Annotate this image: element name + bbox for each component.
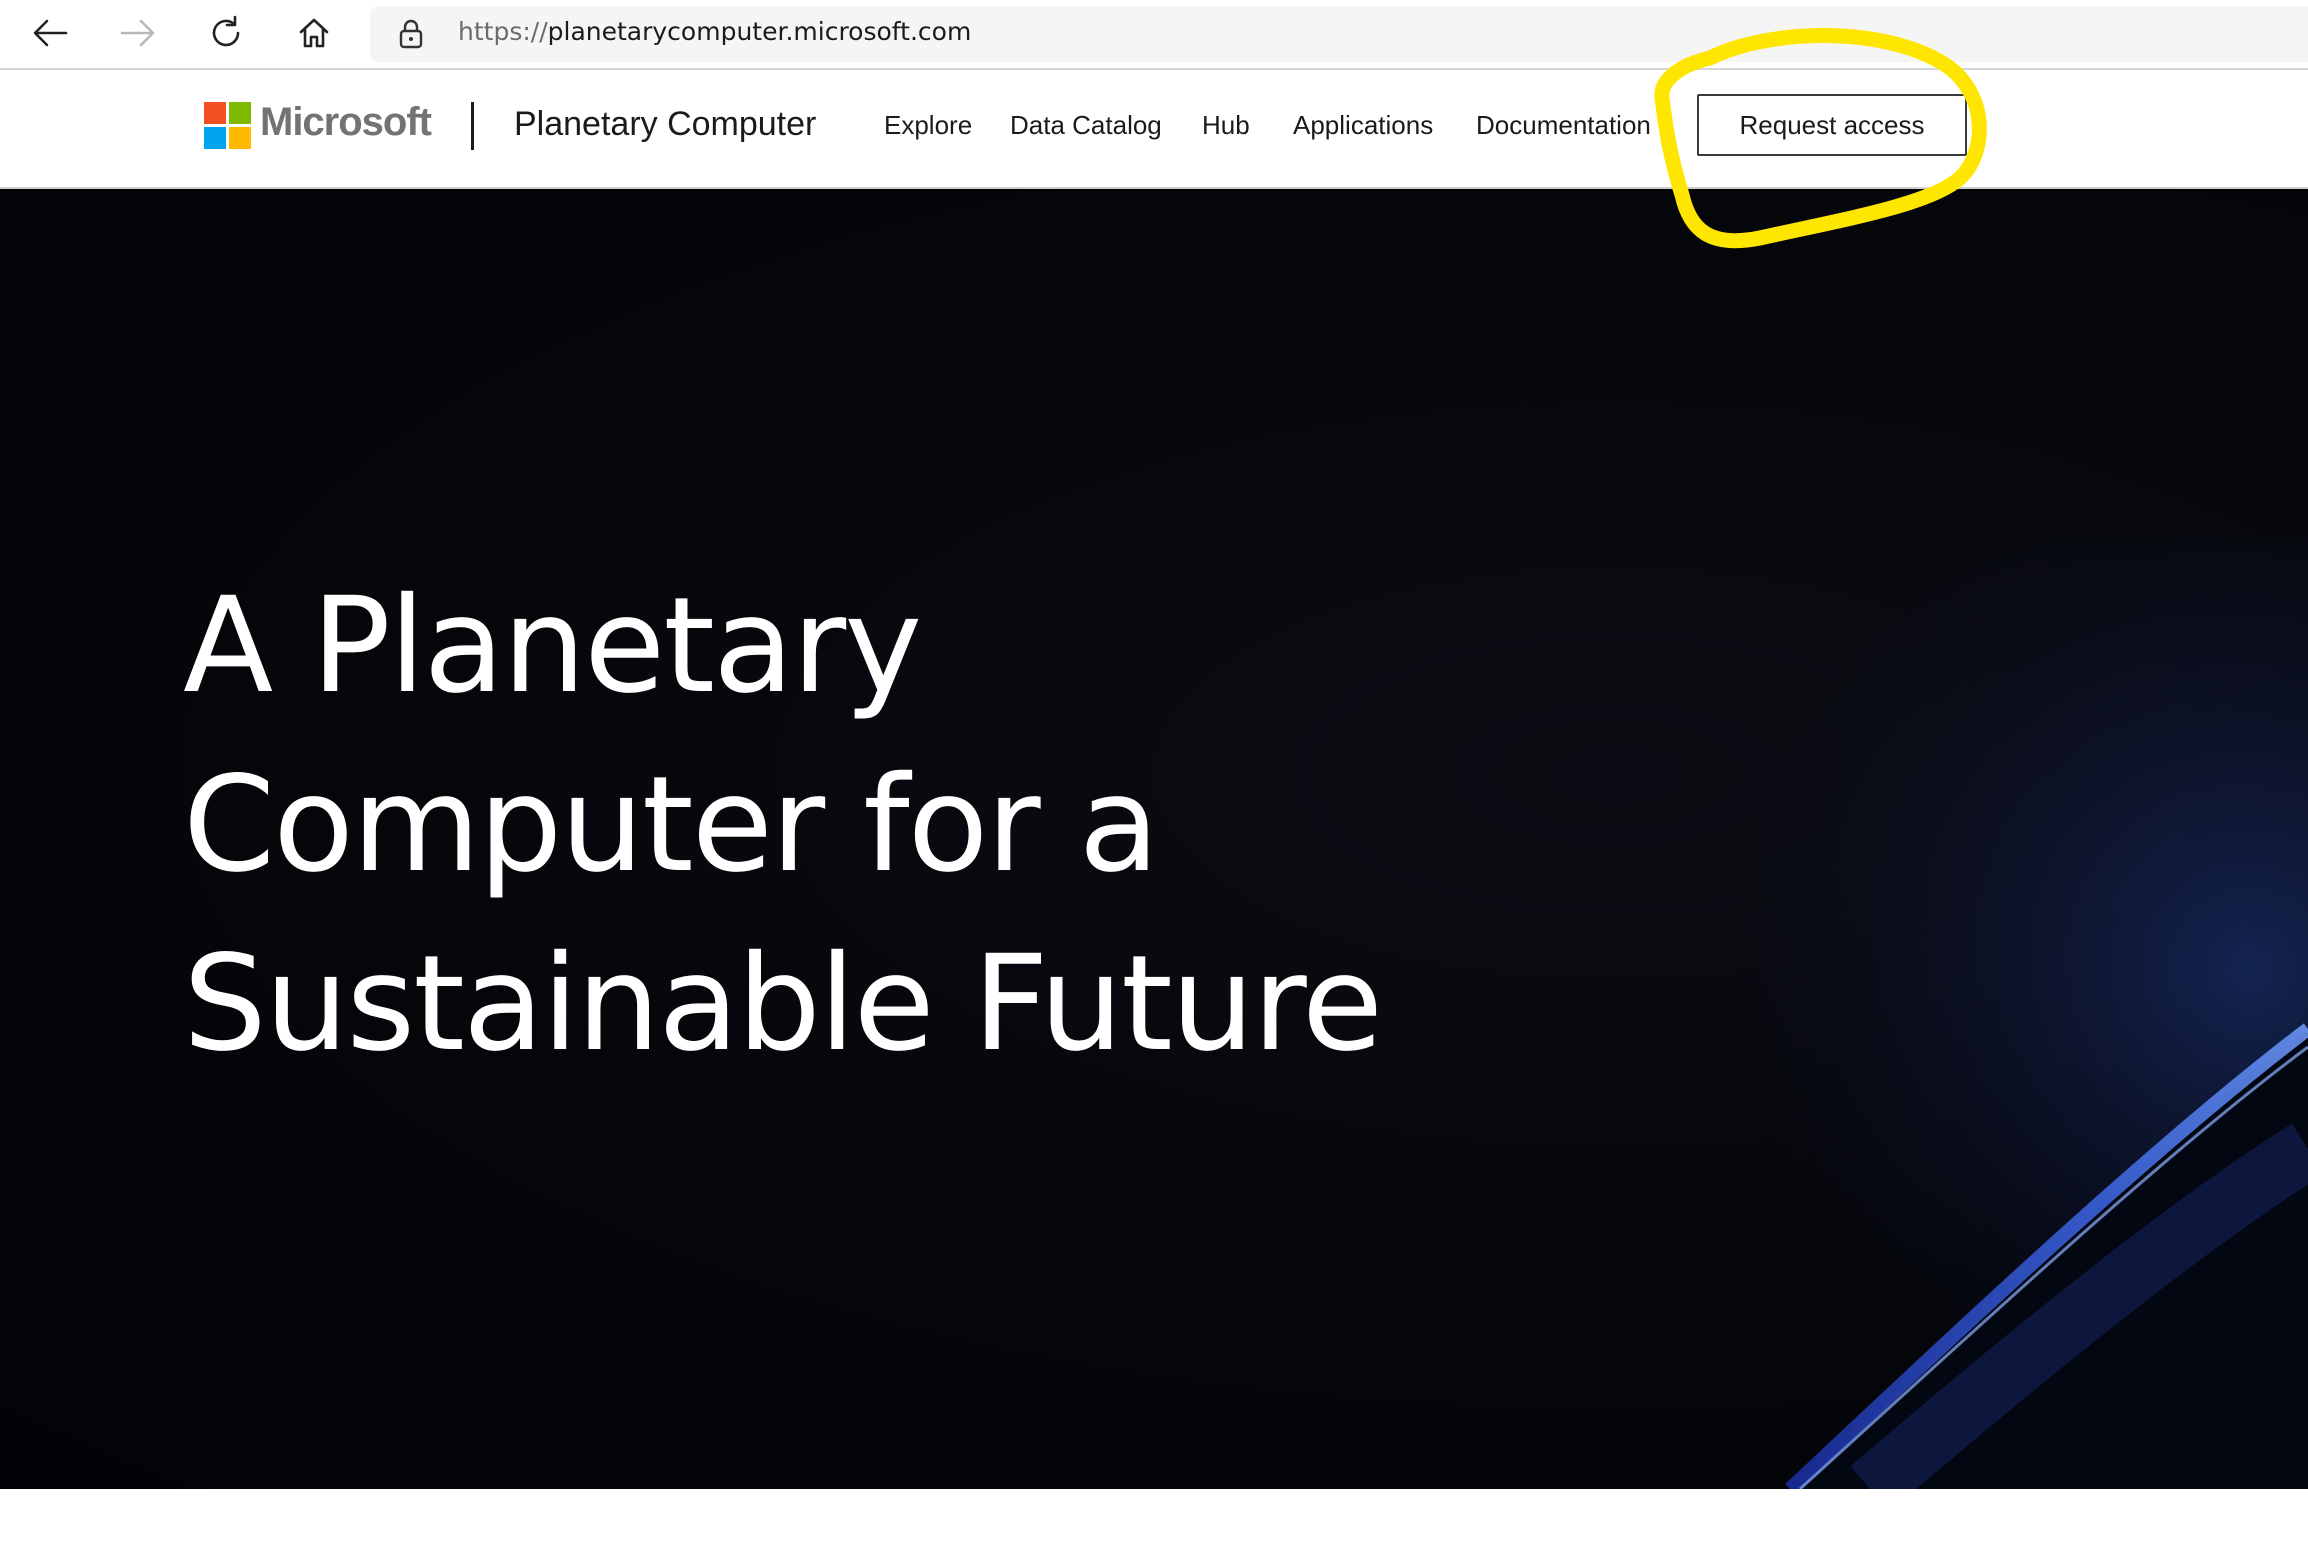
url-host: planetarycomputer.microsoft.com xyxy=(547,17,972,46)
nav-documentation[interactable]: Documentation xyxy=(1476,110,1651,141)
refresh-icon[interactable] xyxy=(198,8,254,58)
lock-icon[interactable] xyxy=(398,19,424,53)
nav-explore[interactable]: Explore xyxy=(884,110,972,141)
header-divider xyxy=(471,102,474,150)
request-access-button[interactable]: Request access xyxy=(1697,94,1967,156)
browser-toolbar: https://planetarycomputer.microsoft.com xyxy=(0,0,2308,70)
url-text: https://planetarycomputer.microsoft.com xyxy=(458,17,971,46)
home-icon[interactable] xyxy=(286,8,342,58)
hero-banner: A Planetary Computer for a Sustainable F… xyxy=(0,189,2308,1489)
nav-applications[interactable]: Applications xyxy=(1293,110,1433,141)
hero-heading-line: Sustainable Future xyxy=(183,927,1383,1081)
hero-heading-line: A Planetary xyxy=(183,569,922,723)
nav-hub[interactable]: Hub xyxy=(1202,110,1250,141)
site-header: Microsoft Planetary Computer Explore Dat… xyxy=(0,70,2308,189)
microsoft-wordmark[interactable]: Microsoft xyxy=(260,100,432,145)
product-title[interactable]: Planetary Computer xyxy=(514,105,816,144)
url-scheme: https:// xyxy=(458,17,548,46)
hero-heading-line: Computer for a xyxy=(183,748,1160,902)
forward-icon[interactable] xyxy=(110,8,166,58)
hero-heading: A Planetary Computer for a Sustainable F… xyxy=(183,557,1383,1094)
microsoft-logo-icon[interactable] xyxy=(204,102,251,149)
address-bar[interactable]: https://planetarycomputer.microsoft.com xyxy=(370,6,2308,62)
nav-data-catalog[interactable]: Data Catalog xyxy=(1010,110,1162,141)
back-icon[interactable] xyxy=(22,8,78,58)
